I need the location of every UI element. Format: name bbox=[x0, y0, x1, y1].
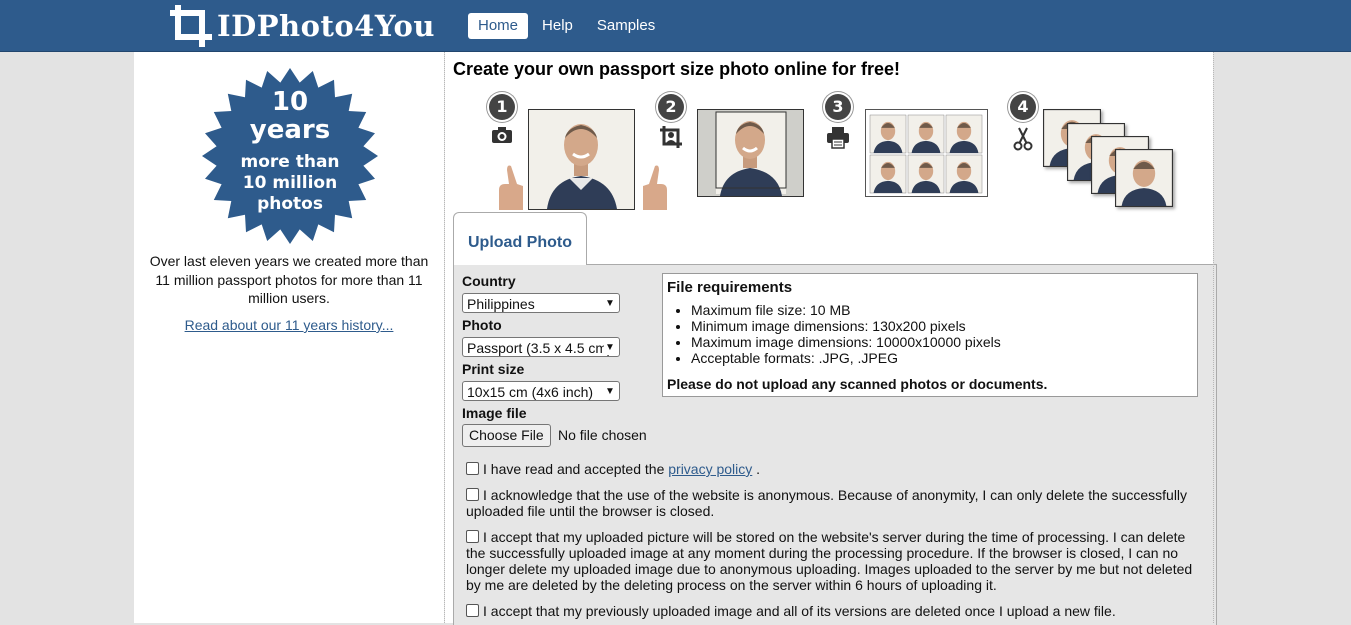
image-file-label: Image file bbox=[462, 405, 527, 421]
storage-checkbox[interactable] bbox=[466, 530, 479, 543]
chevron-down-icon: ▼ bbox=[604, 383, 616, 399]
consent-anonymous: I acknowledge that the use of the websit… bbox=[466, 487, 1201, 519]
replace-checkbox[interactable] bbox=[466, 604, 479, 617]
history-link[interactable]: Read about our 11 years history... bbox=[134, 317, 444, 333]
requirements-title: File requirements bbox=[667, 279, 793, 296]
crop-logo-icon bbox=[170, 5, 212, 47]
person-portrait-image bbox=[529, 110, 634, 209]
choose-file-button[interactable]: Choose File bbox=[462, 424, 551, 447]
tab-upload-photo[interactable]: Upload Photo bbox=[453, 212, 587, 265]
ten-years-badge: 10 years more than 10 million photos bbox=[202, 68, 378, 244]
person-crop-image bbox=[698, 110, 803, 196]
printer-icon bbox=[827, 127, 849, 149]
scan-warning: Please do not upload any scanned photos … bbox=[667, 376, 1048, 392]
badge-number: 10 bbox=[272, 87, 308, 117]
page-title: Create your own passport size photo onli… bbox=[453, 59, 901, 79]
main-nav: Home Help Samples bbox=[468, 13, 669, 39]
country-label: Country bbox=[462, 273, 516, 289]
consent-storage: I accept that my uploaded picture will b… bbox=[466, 529, 1201, 593]
file-requirements-box: File requirements Maximum file size: 10 … bbox=[662, 273, 1198, 397]
consent-replace: I accept that my previously uploaded ima… bbox=[466, 603, 1201, 619]
privacy-text-end: . bbox=[756, 461, 761, 477]
photo-type-select[interactable]: Passport (3.5 x 4.5 cm) ▼ bbox=[462, 337, 620, 357]
print-size-select[interactable]: 10x15 cm (4x6 inch) ▼ bbox=[462, 381, 620, 401]
step-1-number: 1 bbox=[489, 94, 515, 120]
file-status: No file chosen bbox=[558, 427, 647, 443]
chevron-down-icon: ▼ bbox=[604, 339, 616, 355]
thumbs-up-left-icon bbox=[499, 165, 523, 210]
requirement-item: Maximum file size: 10 MB bbox=[691, 302, 1001, 318]
main-content: Create your own passport size photo onli… bbox=[445, 52, 1217, 625]
privacy-checkbox[interactable] bbox=[466, 462, 479, 475]
thumbs-up-right-icon bbox=[643, 165, 667, 210]
step-2-photo bbox=[697, 109, 804, 197]
right-divider bbox=[1213, 52, 1214, 623]
replace-text: I accept that my previously uploaded ima… bbox=[483, 603, 1116, 619]
print-size-label: Print size bbox=[462, 361, 525, 377]
camera-icon bbox=[492, 127, 512, 143]
sidebar-description: Over last eleven years we created more t… bbox=[149, 253, 429, 306]
step-2-number: 2 bbox=[658, 94, 684, 120]
privacy-text: I have read and accepted the bbox=[483, 461, 665, 477]
logo-text: IDPhoto4You bbox=[217, 9, 435, 43]
consent-privacy: I have read and accepted the privacy pol… bbox=[466, 461, 1201, 477]
requirement-item: Minimum image dimensions: 130x200 pixels bbox=[691, 318, 1001, 334]
nav-help[interactable]: Help bbox=[532, 13, 583, 39]
step-4-number: 4 bbox=[1010, 94, 1036, 120]
print-sheet-image bbox=[866, 110, 987, 196]
step-3-print-sheet bbox=[865, 109, 988, 197]
anonymous-checkbox[interactable] bbox=[466, 488, 479, 501]
badge-years-word: years bbox=[250, 115, 330, 145]
print-size-select-value: 10x15 cm (4x6 inch) bbox=[467, 384, 594, 400]
nav-samples[interactable]: Samples bbox=[587, 13, 665, 39]
top-navigation-bar: IDPhoto4You Home Help Samples bbox=[0, 0, 1351, 52]
nav-home[interactable]: Home bbox=[468, 13, 529, 39]
site-logo[interactable]: IDPhoto4You bbox=[168, 4, 435, 48]
privacy-policy-link[interactable]: privacy policy bbox=[668, 461, 752, 477]
cut-photo-image bbox=[1116, 150, 1172, 206]
requirement-item: Maximum image dimensions: 10000x10000 pi… bbox=[691, 334, 1001, 350]
country-select[interactable]: Philippines ▼ bbox=[462, 293, 620, 313]
cut-photo-4 bbox=[1115, 149, 1173, 207]
step-3-number: 3 bbox=[825, 94, 851, 120]
badge-line5: photos bbox=[257, 194, 323, 214]
step-1-photo bbox=[528, 109, 635, 210]
requirement-item: Acceptable formats: .JPG, .JPEG bbox=[691, 350, 1001, 366]
anonymous-text: I acknowledge that the use of the websit… bbox=[466, 487, 1188, 519]
photo-label: Photo bbox=[462, 317, 502, 333]
chevron-down-icon: ▼ bbox=[604, 295, 616, 311]
photo-select-value: Passport (3.5 x 4.5 cm) bbox=[467, 340, 612, 356]
badge-line3: more than bbox=[240, 152, 339, 172]
upload-form-panel: Country Philippines ▼ Photo Passport (3.… bbox=[453, 264, 1217, 625]
crop-icon bbox=[660, 126, 682, 148]
country-select-value: Philippines bbox=[467, 296, 535, 312]
badge-line4: 10 million bbox=[243, 173, 337, 193]
storage-text: I accept that my uploaded picture will b… bbox=[466, 529, 1193, 593]
requirements-list: Maximum file size: 10 MB Minimum image d… bbox=[671, 302, 1001, 366]
left-sidebar: 10 years more than 10 million photos Ove… bbox=[134, 52, 444, 623]
scissors-icon bbox=[1013, 127, 1033, 151]
